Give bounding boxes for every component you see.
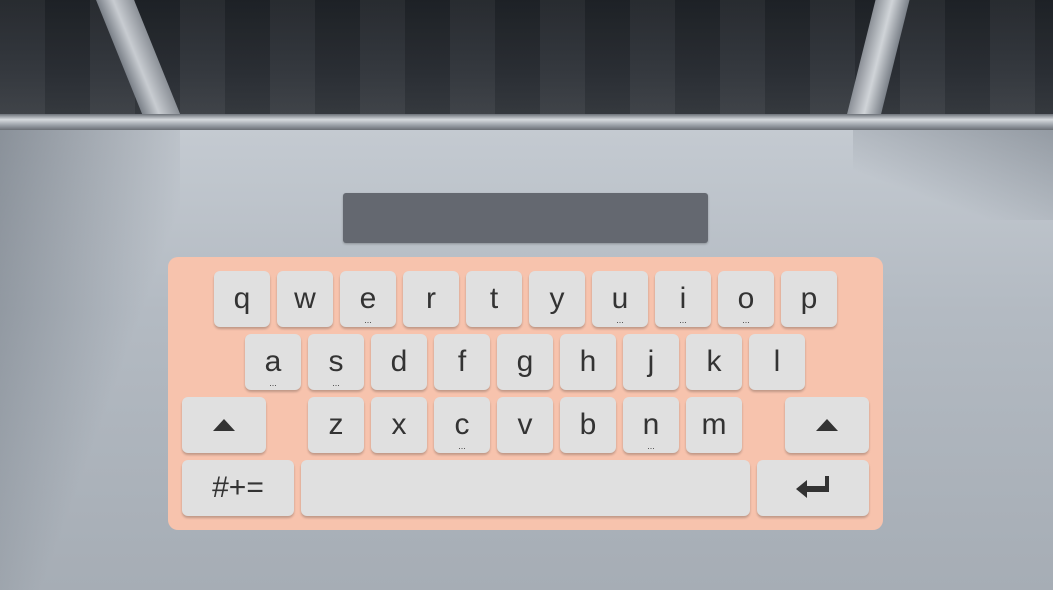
key-s[interactable]: s ... xyxy=(308,334,364,390)
key-label: k xyxy=(706,345,722,378)
key-i[interactable]: i ... xyxy=(655,271,711,327)
key-label: g xyxy=(516,345,534,378)
text-input-display[interactable] xyxy=(343,193,708,243)
shift-up-arrow-icon xyxy=(816,419,838,431)
scene-rail xyxy=(0,114,1053,130)
key-label: y xyxy=(549,282,565,315)
key-y[interactable]: y xyxy=(529,271,585,327)
space-bar[interactable] xyxy=(301,460,750,516)
shift-key-left[interactable] xyxy=(182,397,266,453)
key-z[interactable]: z xyxy=(308,397,364,453)
accent-indicator: ... xyxy=(616,315,624,325)
key-l[interactable]: l xyxy=(749,334,805,390)
key-j[interactable]: j xyxy=(623,334,679,390)
key-v[interactable]: v xyxy=(497,397,553,453)
key-b[interactable]: b xyxy=(560,397,616,453)
accent-indicator: ... xyxy=(647,441,655,451)
accent-indicator: ... xyxy=(364,315,372,325)
key-x[interactable]: x xyxy=(371,397,427,453)
key-label: j xyxy=(647,345,655,378)
key-p[interactable]: p xyxy=(781,271,837,327)
key-o[interactable]: o ... xyxy=(718,271,774,327)
virtual-keyboard: q w e ... r t y u ... i ... o ... p a ..… xyxy=(168,257,883,530)
accent-indicator: ... xyxy=(458,441,466,451)
accent-indicator: ... xyxy=(679,315,687,325)
floor-shadow-left xyxy=(0,130,180,590)
key-d[interactable]: d xyxy=(371,334,427,390)
key-label: x xyxy=(391,408,407,441)
key-a[interactable]: a ... xyxy=(245,334,301,390)
key-u[interactable]: u ... xyxy=(592,271,648,327)
key-k[interactable]: k xyxy=(686,334,742,390)
accent-indicator: ... xyxy=(269,378,277,388)
key-label: r xyxy=(426,282,436,315)
enter-return-icon xyxy=(796,476,829,498)
key-c[interactable]: c ... xyxy=(434,397,490,453)
shift-key-right[interactable] xyxy=(785,397,869,453)
key-label: p xyxy=(800,282,818,315)
accent-indicator: ... xyxy=(332,378,340,388)
key-label: m xyxy=(701,408,727,441)
key-r[interactable]: r xyxy=(403,271,459,327)
key-label: z xyxy=(328,408,344,441)
key-label: q xyxy=(233,282,251,315)
key-w[interactable]: w xyxy=(277,271,333,327)
key-g[interactable]: g xyxy=(497,334,553,390)
key-label: d xyxy=(390,345,408,378)
key-f[interactable]: f xyxy=(434,334,490,390)
floor-shadow-right xyxy=(853,130,1053,220)
key-label: f xyxy=(457,345,467,378)
key-q[interactable]: q xyxy=(214,271,270,327)
key-label: v xyxy=(517,408,533,441)
key-e[interactable]: e ... xyxy=(340,271,396,327)
key-t[interactable]: t xyxy=(466,271,522,327)
key-label: w xyxy=(294,282,316,315)
symbols-key-label: #+= xyxy=(212,471,264,504)
key-h[interactable]: h xyxy=(560,334,616,390)
accent-indicator: ... xyxy=(742,315,750,325)
key-label: l xyxy=(773,345,781,378)
key-n[interactable]: n ... xyxy=(623,397,679,453)
key-m[interactable]: m xyxy=(686,397,742,453)
key-label: h xyxy=(579,345,597,378)
key-label: t xyxy=(489,282,499,315)
symbols-key[interactable]: #+= xyxy=(182,460,294,516)
shift-up-arrow-icon xyxy=(213,419,235,431)
enter-key[interactable] xyxy=(757,460,869,516)
key-label: b xyxy=(579,408,597,441)
